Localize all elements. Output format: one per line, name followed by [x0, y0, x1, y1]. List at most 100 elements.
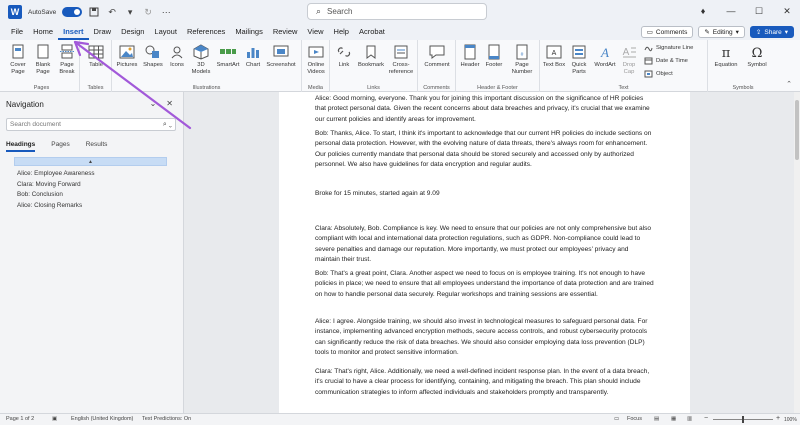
pictures-button[interactable]: Pictures	[114, 44, 140, 69]
read-mode-icon[interactable]: ▤	[654, 416, 659, 422]
tab-home[interactable]: Home	[28, 24, 58, 40]
share-button[interactable]: ⇪ Share ▾	[749, 26, 794, 38]
footer-button[interactable]: Footer	[482, 44, 506, 69]
drop-cap-button[interactable]: A Drop Cap	[618, 44, 640, 75]
heading-item[interactable]: Clara: Moving Forward	[17, 180, 95, 191]
paragraph[interactable]: Clara: That's right, Alice. Additionally…	[315, 367, 655, 398]
current-position-highlight[interactable]: ▲	[14, 157, 167, 166]
print-layout-icon[interactable]: ▦	[671, 416, 676, 422]
autosave-toggle[interactable]	[62, 7, 83, 17]
tab-mailings[interactable]: Mailings	[230, 24, 268, 40]
page-count[interactable]: Page 1 of 2	[6, 416, 34, 422]
symbol-button[interactable]: Ω Symbol	[742, 44, 772, 69]
proofing-icon[interactable]: ▣	[52, 416, 57, 422]
tab-view[interactable]: View	[302, 24, 328, 40]
smartart-button[interactable]: SmartArt	[214, 44, 242, 69]
focus-icon[interactable]: ▭	[614, 416, 619, 422]
comments-button[interactable]: ▭ Comments	[640, 26, 694, 38]
zoom-level[interactable]: 100%	[784, 417, 797, 423]
zoom-slider-thumb[interactable]	[742, 416, 744, 423]
zoom-in-button[interactable]: +	[776, 415, 780, 422]
editing-button[interactable]: ✎ Editing ▾	[698, 26, 745, 38]
screenshot-button[interactable]: Screenshot	[264, 44, 298, 69]
nav-tab-pages[interactable]: Pages	[51, 141, 69, 152]
media-group: Online Videos Media	[302, 40, 330, 92]
minimize-icon[interactable]: —	[724, 4, 738, 18]
paragraph[interactable]: Clara: Absolutely, Bob. Compliance is ke…	[315, 224, 655, 265]
undo-icon[interactable]: ↶	[106, 6, 118, 18]
navigation-search-box[interactable]: ⌕ ⌄	[6, 118, 176, 131]
quick-parts-button[interactable]: Quick Parts	[566, 44, 592, 75]
date-time-button[interactable]: Date & Time	[644, 57, 688, 65]
comment-button[interactable]: Comment	[422, 44, 452, 69]
paragraph[interactable]: Bob: That's a great point, Clara. Anothe…	[315, 269, 655, 300]
text-box-label: Text Box	[542, 62, 566, 68]
chevron-down-icon: ▾	[735, 29, 739, 36]
chart-label: Chart	[245, 62, 261, 68]
chevron-down-icon[interactable]: ⌄	[150, 99, 157, 108]
nav-tab-headings[interactable]: Headings	[6, 141, 36, 152]
tab-draw[interactable]: Draw	[89, 24, 117, 40]
chart-button[interactable]: Chart	[242, 44, 264, 69]
link-button[interactable]: Link	[332, 44, 356, 69]
redo-icon[interactable]: ↻	[142, 6, 154, 18]
collapse-ribbon-icon[interactable]: ⌃	[786, 80, 792, 88]
tab-review[interactable]: Review	[268, 24, 303, 40]
tab-file[interactable]: File	[6, 24, 28, 40]
web-layout-icon[interactable]: ▥	[687, 416, 692, 422]
paragraph[interactable]: Broke for 15 minutes, started again at 9…	[315, 189, 655, 199]
heading-item[interactable]: Alice: Closing Remarks	[17, 201, 95, 212]
cross-reference-button[interactable]: Cross-reference	[386, 44, 416, 75]
page-break-button[interactable]: Page Break	[55, 44, 79, 75]
paragraph[interactable]: Alice: Good morning, everyone. Thank you…	[315, 94, 655, 125]
equation-label: Equation	[714, 62, 738, 68]
paragraph[interactable]: Alice: I agree. Alongside training, we s…	[315, 317, 655, 358]
signature-line-button[interactable]: Signature Line	[644, 44, 693, 52]
blank-page-label: Blank Page	[35, 62, 51, 75]
navigation-search-input[interactable]	[10, 121, 150, 128]
vertical-scrollbar[interactable]	[794, 92, 800, 413]
zoom-out-button[interactable]: −	[704, 415, 708, 422]
cover-page-button[interactable]: Cover Page	[6, 44, 30, 75]
table-button[interactable]: Table	[84, 44, 108, 69]
tab-references[interactable]: References	[182, 24, 230, 40]
object-button[interactable]: Object	[644, 70, 673, 78]
cube-icon	[193, 44, 209, 60]
wordart-button[interactable]: A WordArt	[592, 44, 618, 69]
lightbulb-icon[interactable]: ♦	[696, 4, 710, 18]
heading-item[interactable]: Bob: Conclusion	[17, 190, 95, 201]
icons-button[interactable]: Icons	[166, 44, 188, 69]
online-videos-button[interactable]: Online Videos	[304, 44, 328, 75]
status-bar: Page 1 of 2 ▣ English (United Kingdom) T…	[0, 413, 800, 425]
page-number-icon: #	[516, 44, 528, 60]
undo-dropdown-icon[interactable]: ▾	[124, 6, 136, 18]
close-icon[interactable]: ✕	[166, 99, 173, 108]
save-icon[interactable]	[88, 6, 100, 18]
close-icon[interactable]: ✕	[780, 4, 794, 18]
search-icon[interactable]: ⌕ ⌄	[163, 121, 172, 129]
scrollbar-thumb[interactable]	[795, 100, 799, 160]
text-predictions-status[interactable]: Text Predictions: On	[142, 416, 191, 422]
title-search-box[interactable]: ⌕ Search	[307, 3, 487, 20]
nav-tab-results[interactable]: Results	[86, 141, 108, 152]
focus-button[interactable]: Focus	[627, 416, 642, 422]
tab-acrobat[interactable]: Acrobat	[354, 24, 390, 40]
paragraph[interactable]: Bob: Thanks, Alice. To start, I think it…	[315, 129, 655, 170]
language-status[interactable]: English (United Kingdom)	[71, 416, 133, 422]
page-number-button[interactable]: # Page Number	[506, 44, 538, 75]
tab-design[interactable]: Design	[116, 24, 149, 40]
shapes-button[interactable]: Shapes	[140, 44, 166, 69]
tab-layout[interactable]: Layout	[149, 24, 182, 40]
customize-toolbar-icon[interactable]: ⋯	[160, 6, 172, 18]
blank-page-button[interactable]: Blank Page	[31, 44, 55, 75]
header-button[interactable]: Header	[458, 44, 482, 69]
3d-models-button[interactable]: 3D Models	[188, 44, 214, 75]
equation-button[interactable]: π Equation	[710, 44, 742, 69]
heading-item[interactable]: Alice: Employee Awareness	[17, 169, 95, 180]
document-page[interactable]: Alice: Good morning, everyone. Thank you…	[279, 92, 690, 413]
tab-help[interactable]: Help	[329, 24, 354, 40]
maximize-icon[interactable]: ☐	[752, 4, 766, 18]
tab-insert[interactable]: Insert	[58, 24, 89, 40]
text-box-button[interactable]: A Text Box	[542, 44, 566, 69]
bookmark-button[interactable]: Bookmark	[356, 44, 386, 69]
